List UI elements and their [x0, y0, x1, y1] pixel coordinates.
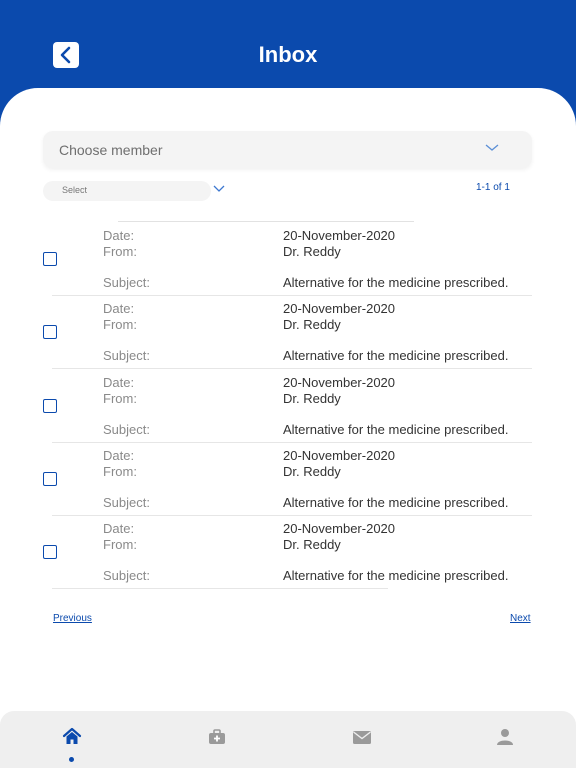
divider — [52, 588, 388, 589]
tab-messages[interactable] — [352, 727, 372, 747]
profile-icon — [497, 729, 513, 745]
date-label: Date: — [103, 374, 135, 390]
message-date: 20-November-2020 — [283, 447, 396, 463]
message-date: 20-November-2020 — [283, 228, 396, 243]
message-date: 20-November-2020 — [283, 521, 396, 537]
message-date: 20-November-2020 — [283, 301, 396, 317]
message-checkbox[interactable] — [43, 325, 57, 340]
message-checkbox[interactable] — [43, 252, 57, 266]
subject-label: Subject: — [103, 568, 150, 584]
mail-icon — [353, 731, 371, 744]
bottom-tab-bar — [0, 711, 576, 768]
message-date: 20-November-2020 — [283, 374, 396, 390]
subject-label: Subject: — [103, 348, 150, 364]
subject-label: Subject: — [103, 494, 150, 510]
message-row[interactable]: Date: 20-November-2020 From: Dr. Reddy Subje… — [0, 369, 576, 443]
message-subject: Alternative for the medicine prescribed. — [283, 494, 509, 510]
member-select[interactable]: Choose member — [43, 131, 532, 168]
filter-select[interactable]: Select — [43, 181, 211, 201]
date-label: Date: — [103, 447, 135, 463]
message-subject: Alternative for the medicine prescribed. — [283, 421, 509, 437]
chevron-down-icon — [485, 144, 499, 151]
message-sender: Dr. Reddy — [283, 244, 341, 259]
message-row[interactable]: Date: 20-November-2020 From: Dr. Reddy Subje… — [0, 515, 576, 588]
chevron-down-icon[interactable] — [213, 185, 225, 193]
home-icon — [62, 727, 82, 744]
page-title: Inbox — [258, 42, 318, 67]
message-sender: Dr. Reddy — [283, 317, 341, 333]
from-label: From: — [103, 463, 137, 479]
date-label: Date: — [103, 301, 135, 317]
filter-select-placeholder: Select — [62, 185, 88, 195]
message-checkbox[interactable] — [43, 398, 57, 413]
message-checkbox[interactable] — [43, 471, 57, 486]
from-label: From: — [103, 244, 137, 259]
medical-kit-icon — [209, 729, 225, 744]
message-subject: Alternative for the medicine prescribed. — [283, 348, 509, 364]
member-select-placeholder: Choose member — [59, 142, 163, 158]
message-checkbox[interactable] — [43, 545, 57, 560]
message-subject: Alternative for the medicine prescribed. — [283, 275, 509, 290]
message-sender: Dr. Reddy — [283, 537, 341, 553]
message-row[interactable]: Date: 20-November-2020 From: Dr. Reddy Subje… — [0, 442, 576, 516]
from-label: From: — [103, 317, 137, 333]
message-subject: Alternative for the medicine prescribed. — [283, 568, 509, 584]
next-link[interactable]: Next — [510, 613, 531, 624]
tab-home[interactable] — [62, 727, 82, 747]
tab-profile[interactable] — [495, 727, 515, 747]
subject-label: Subject: — [103, 275, 150, 290]
date-label: Date: — [103, 228, 135, 243]
previous-link[interactable]: Previous — [53, 613, 92, 624]
date-label: Date: — [103, 521, 135, 537]
from-label: From: — [103, 537, 137, 553]
subject-label: Subject: — [103, 421, 150, 437]
tab-medical[interactable] — [207, 727, 227, 747]
message-sender: Dr. Reddy — [283, 463, 341, 479]
message-sender: Dr. Reddy — [283, 390, 341, 406]
active-tab-indicator — [69, 757, 74, 762]
page-count: 1-1 of 1 — [476, 182, 510, 193]
message-row[interactable]: Date: 20-November-2020 From: Dr. Reddy Subje… — [0, 295, 576, 370]
message-row[interactable]: Date: 20-November-2020 From: Dr. Reddy Subje… — [0, 222, 576, 296]
from-label: From: — [103, 390, 137, 406]
